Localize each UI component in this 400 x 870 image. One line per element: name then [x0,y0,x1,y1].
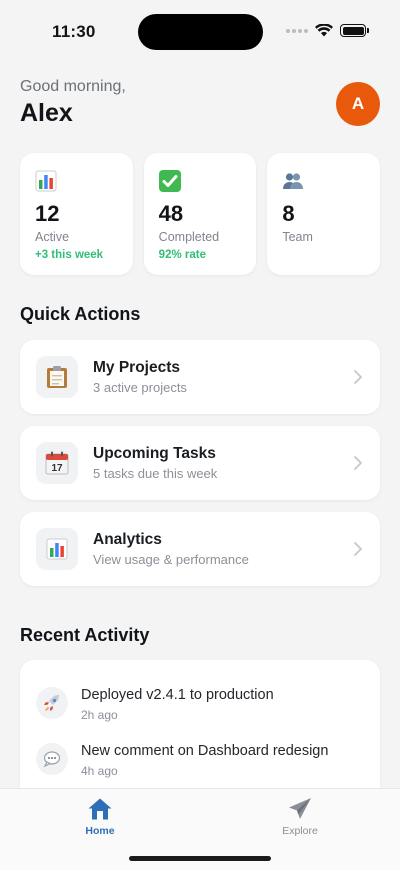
stat-label: Team [282,230,313,244]
clipboard-icon [47,366,67,388]
action-upcoming-tasks[interactable]: 17 Upcoming Tasks 5 tasks due this week [20,426,380,500]
action-title: Analytics [93,531,162,548]
action-subtitle: View usage & performance [93,552,249,567]
stat-card-team[interactable]: 8 Team [267,153,381,275]
tab-home[interactable]: Home [60,797,140,841]
avatar[interactable]: A [336,82,380,126]
chevron-right-icon [354,370,362,384]
activity-time: 4h ago [81,764,118,778]
stat-trend: 92% rate [158,249,206,261]
activity-time: 2h ago [81,708,118,722]
chevron-right-icon [354,542,362,556]
action-title: Upcoming Tasks [93,445,216,462]
stat-label: Completed [158,230,220,244]
tab-label: Explore [282,825,318,837]
action-subtitle: 5 tasks due this week [93,466,218,481]
tab-explore[interactable]: Explore [260,797,340,841]
check-box-icon [158,170,181,192]
bar-chart-icon [35,170,57,192]
stat-card-completed[interactable]: 48 Completed 92% rate [143,153,257,275]
home-indicator [129,856,271,861]
greeting-text: Good morning, [20,78,126,95]
stat-value: 12 [35,201,60,226]
activity-item[interactable]: New comment on Dashboard redesign 4h ago [36,743,366,791]
status-bar: 11:30 [0,0,400,64]
activity-item[interactable]: Deployed v2.4.1 to production 2h ago [36,687,366,735]
home-icon [88,798,112,820]
activity-icon-tile [36,743,68,775]
action-title: My Projects [93,359,181,376]
team-icon [283,173,304,189]
chevron-right-icon [354,456,362,470]
dynamic-island [138,14,263,50]
quick-actions-title: Quick Actions [20,304,141,324]
battery-icon [340,24,369,37]
action-analytics[interactable]: Analytics View usage & performance [20,512,380,586]
rocket-icon [44,695,59,711]
stats-row: 12 Active +3 this week 48 Completed 92% … [20,153,381,275]
signal-icon [286,28,308,33]
activity-icon-tile [36,687,68,719]
action-icon-tile [36,356,78,398]
activity-text: Deployed v2.4.1 to production [81,687,274,703]
stat-value: 8 [282,201,295,226]
status-time: 11:30 [52,22,96,41]
action-subtitle: 3 active projects [93,380,187,395]
calendar-icon: 17 [45,451,69,475]
action-icon-tile: 17 [36,442,78,484]
paper-plane-icon [289,798,311,819]
wifi-icon [315,24,333,37]
activity-text: New comment on Dashboard redesign [81,743,329,759]
status-icons [286,24,369,37]
recent-activity-title: Recent Activity [20,625,150,645]
svg-text:17: 17 [51,463,63,474]
stat-trend: +3 this week [35,249,104,261]
stat-value: 48 [158,201,184,226]
stat-card-active[interactable]: 12 Active +3 this week [20,153,133,275]
tab-label: Home [85,825,115,837]
bar-chart-icon [46,538,68,560]
action-icon-tile [36,528,78,570]
action-my-projects[interactable]: My Projects 3 active projects [20,340,380,414]
stat-label: Active [35,230,70,244]
user-name: Alex [20,99,73,127]
speech-bubble-icon [43,751,61,768]
